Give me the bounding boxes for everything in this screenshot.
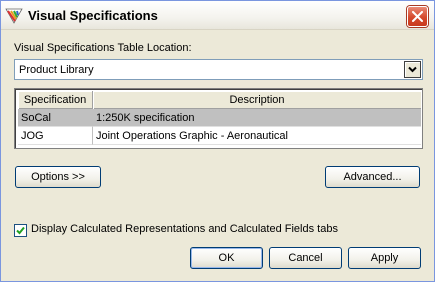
advanced-button[interactable]: Advanced... <box>325 166 420 188</box>
table-location-dropdown[interactable]: Product Library <box>14 59 423 80</box>
column-header-specification[interactable]: Specification <box>18 91 93 109</box>
table-row[interactable]: JOG Joint Operations Graphic - Aeronauti… <box>18 127 421 145</box>
apply-button[interactable]: Apply <box>348 247 421 269</box>
cell-specification: SoCal <box>18 109 93 127</box>
table-header: Specification Description <box>18 91 421 109</box>
window-title: Visual Specifications <box>28 8 158 23</box>
options-button[interactable]: Options >> <box>15 166 101 188</box>
dropdown-button[interactable] <box>404 61 421 78</box>
display-calculated-checkbox[interactable] <box>14 224 27 237</box>
column-header-description[interactable]: Description <box>93 91 421 109</box>
visual-specifications-dialog: Visual Specifications Visual Specificati… <box>0 0 435 282</box>
table-row[interactable]: SoCal 1:250K specification <box>18 109 421 127</box>
cell-description: Joint Operations Graphic - Aeronautical <box>93 127 421 145</box>
pencil-ruler-icon <box>5 7 23 25</box>
cancel-button[interactable]: Cancel <box>269 247 342 269</box>
close-icon <box>412 11 423 22</box>
table-location-value: Product Library <box>19 64 94 76</box>
title-bar[interactable]: Visual Specifications <box>1 1 434 30</box>
cell-specification: JOG <box>18 127 93 145</box>
close-button[interactable] <box>407 6 428 27</box>
specifications-table[interactable]: Specification Description SoCal 1:250K s… <box>14 88 423 149</box>
ok-button[interactable]: OK <box>190 247 263 269</box>
table-location-label: Visual Specifications Table Location: <box>14 42 192 54</box>
chevron-down-icon <box>408 66 417 73</box>
checkmark-icon <box>16 226 25 235</box>
display-calculated-label: Display Calculated Representations and C… <box>31 223 338 235</box>
cell-description: 1:250K specification <box>93 109 421 127</box>
